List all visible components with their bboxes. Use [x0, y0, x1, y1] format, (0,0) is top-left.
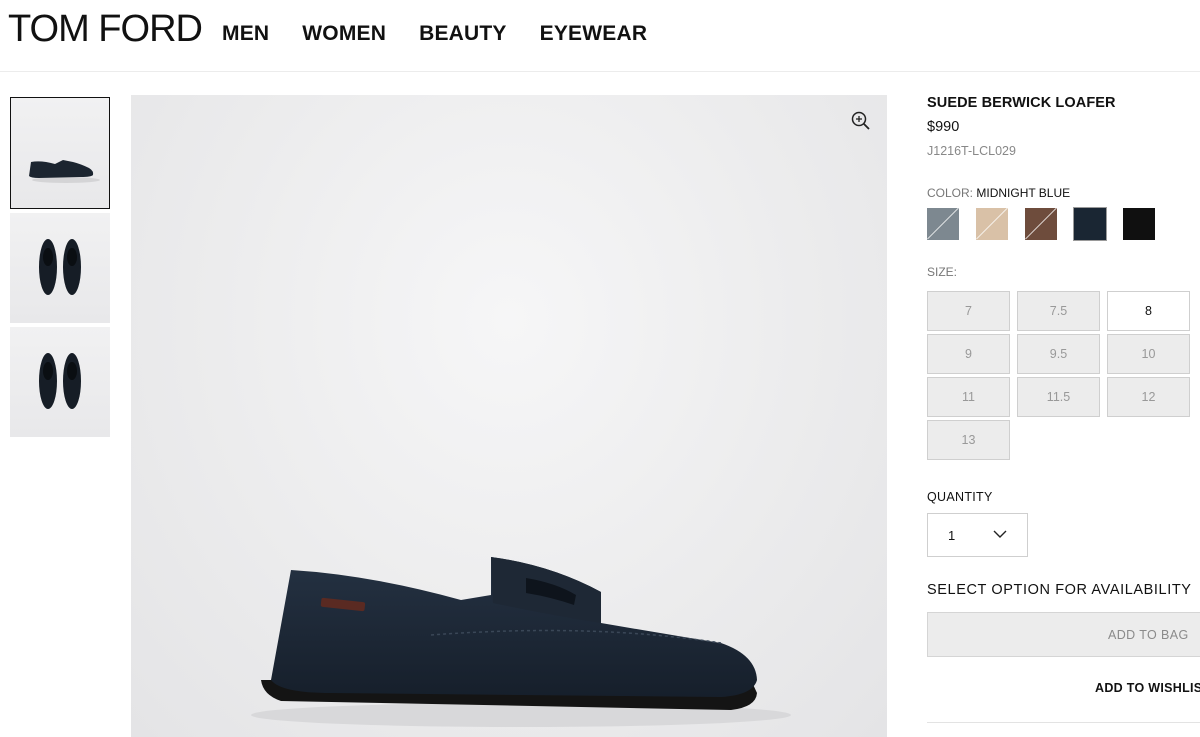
color-swatch-1[interactable] [927, 208, 959, 240]
nav-men[interactable]: MEN [222, 22, 269, 46]
site-header: TOM FORD MEN WOMEN BEAUTY EYEWEAR [0, 0, 1200, 72]
product-details: SUEDE BERWICK LOAFER $990 J1216T-LCL029 … [927, 95, 1200, 723]
size-option[interactable]: 13 [927, 420, 1010, 460]
unavailable-slash [927, 208, 959, 240]
product-title: SUEDE BERWICK LOAFER [927, 95, 1116, 111]
color-swatches [927, 207, 1172, 241]
unavailable-slash [1025, 208, 1057, 240]
size-option[interactable]: 10 [1107, 334, 1190, 374]
availability-message: SELECT OPTION FOR AVAILABILITY [927, 582, 1192, 598]
nav-beauty[interactable]: BEAUTY [419, 22, 507, 46]
thumbnail-side-view[interactable] [10, 97, 110, 209]
size-option[interactable]: 11 [927, 377, 1010, 417]
color-swatch-3[interactable] [1025, 208, 1057, 240]
loafer-top-thumbnail-image [39, 239, 81, 295]
unavailable-slash [976, 208, 1008, 240]
selected-color-name: MIDNIGHT BLUE [976, 186, 1071, 200]
thumbnail-top-view-1[interactable] [10, 213, 110, 323]
divider [927, 722, 1200, 723]
loafer-top-thumbnail-image [39, 353, 81, 409]
color-swatch-4[interactable] [1073, 207, 1107, 241]
product-sku: J1216T-LCL029 [927, 144, 1016, 158]
thumbnail-list [10, 97, 111, 441]
color-swatch-2[interactable] [976, 208, 1008, 240]
quantity-select[interactable]: 1 [927, 513, 1028, 557]
chevron-down-icon [993, 530, 1007, 538]
size-option[interactable]: 9 [927, 334, 1010, 374]
color-label-text: COLOR: [927, 186, 974, 200]
quantity-label: QUANTITY [927, 490, 993, 504]
product-main-image[interactable] [131, 95, 887, 737]
brand-logo[interactable]: TOM FORD [8, 8, 203, 51]
nav-women[interactable]: WOMEN [302, 22, 386, 46]
loafer-side-image [251, 557, 791, 727]
size-option[interactable]: 12 [1107, 377, 1190, 417]
size-option[interactable]: 9.5 [1017, 334, 1100, 374]
size-option[interactable]: 8 [1107, 291, 1190, 331]
main-nav: MEN WOMEN BEAUTY EYEWEAR [222, 22, 680, 46]
add-to-wishlist-link[interactable]: ADD TO WISHLIST [1095, 681, 1200, 695]
thumbnail-top-view-2[interactable] [10, 327, 110, 437]
quantity-value: 1 [948, 528, 956, 543]
color-label: COLOR: MIDNIGHT BLUE [927, 186, 1070, 200]
size-option[interactable]: 7.5 [1017, 291, 1100, 331]
size-label: SIZE: [927, 265, 958, 279]
product-price: $990 [927, 119, 960, 135]
add-to-bag-label: ADD TO BAG [1108, 628, 1189, 642]
size-option[interactable]: 11.5 [1017, 377, 1100, 417]
add-to-bag-button[interactable]: ADD TO BAG [927, 612, 1200, 657]
nav-eyewear[interactable]: EYEWEAR [540, 22, 648, 46]
color-swatch-5[interactable] [1123, 208, 1155, 240]
zoom-in-icon[interactable] [851, 111, 871, 131]
loafer-side-thumbnail-image [29, 160, 100, 183]
size-option[interactable]: 7 [927, 291, 1010, 331]
